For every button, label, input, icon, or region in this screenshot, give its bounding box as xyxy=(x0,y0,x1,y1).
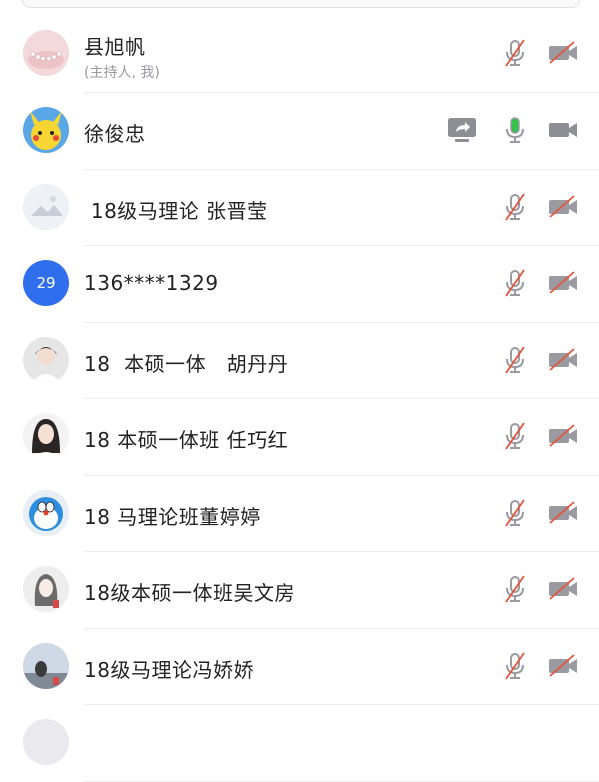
search-bar[interactable] xyxy=(22,0,580,8)
partial-avatar xyxy=(23,719,69,765)
mic-muted-icon[interactable] xyxy=(498,419,532,453)
mic-muted-icon[interactable] xyxy=(498,649,532,683)
screen-share-icon[interactable] xyxy=(445,113,479,147)
girl-drawing-avatar xyxy=(23,566,69,612)
participant-role: (主持人, 我) xyxy=(84,65,160,81)
mic-muted-icon[interactable] xyxy=(498,496,532,530)
participant-name: 18级马理论 张晋莹 xyxy=(84,198,268,223)
pearl-necklace-avatar xyxy=(23,30,69,76)
pikachu-avatar xyxy=(23,107,69,153)
camera-off-icon[interactable] xyxy=(546,649,580,683)
mic-muted-icon[interactable] xyxy=(498,266,532,300)
mic-muted-icon[interactable] xyxy=(498,343,532,377)
mic-muted-icon[interactable] xyxy=(498,190,532,224)
participant-row[interactable]: 18 本硕一体班 任巧红 xyxy=(23,399,599,476)
camera-off-icon[interactable] xyxy=(546,36,580,70)
participant-list: 县旭帆 (主持人, 我) 徐俊忠 18级马理论 张晋莹 29 136****13… xyxy=(0,18,599,782)
participant-name: 18 马理论班董婷婷 xyxy=(84,504,261,529)
camera-off-icon[interactable] xyxy=(546,266,580,300)
sky-photo-avatar xyxy=(23,642,69,689)
girl-photo-avatar xyxy=(23,336,69,383)
participant-row[interactable]: 18级本硕一体班吴文房 xyxy=(23,552,599,629)
mic-muted-icon[interactable] xyxy=(498,36,532,70)
camera-off-icon[interactable] xyxy=(546,496,580,530)
participant-row-partial[interactable] xyxy=(23,705,599,782)
participant-name: 18级本硕一体班吴文房 xyxy=(84,581,295,605)
participant-row[interactable]: 18级马理论 张晋莹 xyxy=(23,170,599,246)
participant-row[interactable]: 29 136****1329 xyxy=(23,246,599,323)
participant-row[interactable]: 徐俊忠 xyxy=(23,93,599,170)
participant-row[interactable]: 18 本硕一体 胡丹丹 xyxy=(23,323,599,399)
participant-name: 县旭帆 xyxy=(84,35,146,59)
camera-on-icon[interactable] xyxy=(546,113,580,147)
participant-name: 18 本硕一体班 任巧红 xyxy=(84,428,289,452)
number-avatar: 29 xyxy=(23,260,69,306)
camera-off-icon[interactable] xyxy=(546,419,580,453)
landscape-placeholder-avatar xyxy=(23,183,69,230)
mic-muted-icon[interactable] xyxy=(498,572,532,606)
participant-row[interactable]: 县旭帆 (主持人, 我) xyxy=(23,18,599,93)
participant-name: 徐俊忠 xyxy=(84,122,146,146)
doraemon-avatar xyxy=(23,489,69,536)
participant-name: 136****1329 xyxy=(84,271,219,295)
mic-active-icon[interactable] xyxy=(498,113,532,147)
camera-off-icon[interactable] xyxy=(546,190,580,224)
participant-name: 18级马理论冯娇娇 xyxy=(84,657,254,682)
participant-row[interactable]: 18 马理论班董婷婷 xyxy=(23,476,599,552)
camera-off-icon[interactable] xyxy=(546,343,580,377)
participant-name: 18 本硕一体 胡丹丹 xyxy=(84,351,289,376)
participant-row[interactable]: 18级马理论冯娇娇 xyxy=(23,629,599,705)
camera-off-icon[interactable] xyxy=(546,572,580,606)
girl-photo-avatar xyxy=(23,413,69,459)
